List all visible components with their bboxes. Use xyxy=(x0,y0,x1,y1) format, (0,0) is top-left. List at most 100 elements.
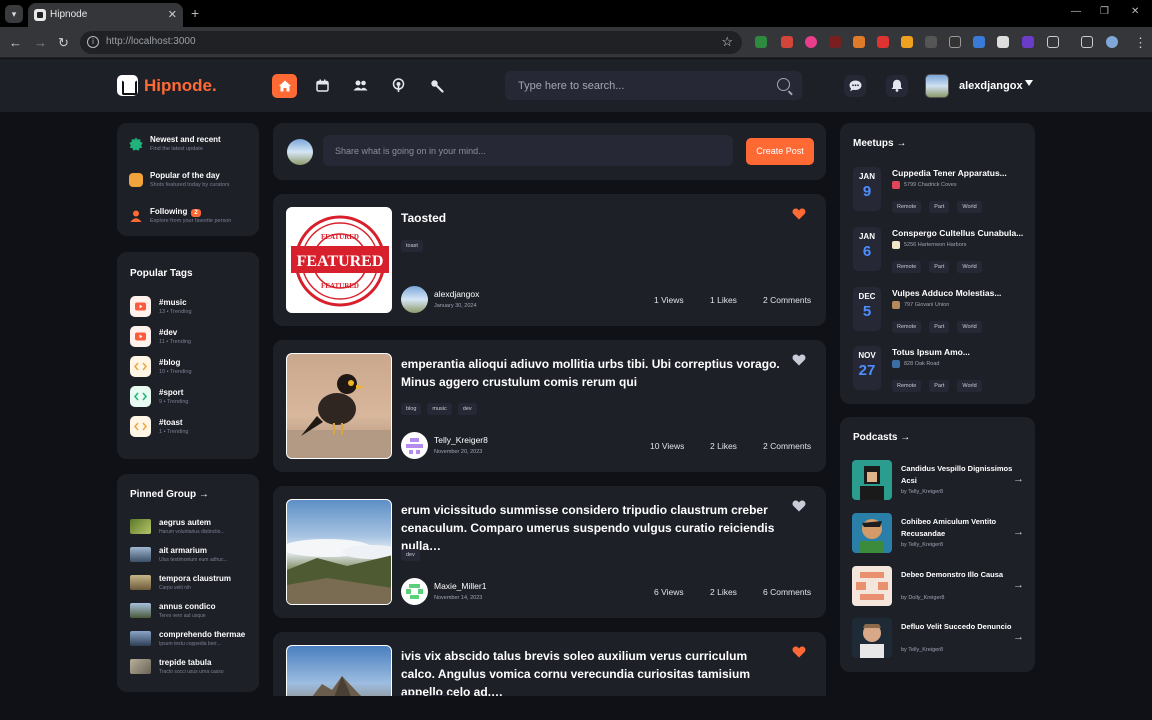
podcast-item[interactable]: Defluo Velit Succedo Denuncio by Telly_K… xyxy=(852,618,1024,658)
browser-tab[interactable]: Hipnode ✕ xyxy=(28,3,183,27)
tag-item-music[interactable]: #music 13 • Trending xyxy=(130,296,250,318)
meetup-item[interactable]: JAN 9 Cuppedia Tener Apparatus... 5799 Ch… xyxy=(853,167,1033,219)
group-item[interactable]: comprehendo thermae Ipsum textu coppedia… xyxy=(130,630,250,650)
new-tab-icon[interactable]: + xyxy=(191,5,199,21)
post-tag[interactable]: sport xyxy=(401,695,424,696)
arrow-right-icon[interactable]: → xyxy=(1013,473,1024,485)
tag-item-dev[interactable]: #dev 11 • Trending xyxy=(130,326,250,348)
author-avatar[interactable] xyxy=(401,286,428,313)
author-avatar[interactable] xyxy=(401,578,428,605)
heart-icon[interactable] xyxy=(792,646,806,658)
extensions-puzzle-icon[interactable] xyxy=(1047,36,1059,48)
messages-button[interactable] xyxy=(844,75,866,97)
back-icon[interactable]: ← xyxy=(9,35,22,50)
user-avatar[interactable] xyxy=(925,74,949,98)
address-bar[interactable]: i http://localhost:3000 ☆ xyxy=(80,31,742,54)
bookmark-star-icon[interactable]: ☆ xyxy=(721,34,733,50)
close-window-icon[interactable]: ✕ xyxy=(1131,6,1139,17)
group-item[interactable]: aegrus autem Harum voluntarius distincti… xyxy=(130,518,250,538)
heart-icon[interactable] xyxy=(792,208,806,220)
meetup-title[interactable]: Totus Ipsum Amo... xyxy=(892,347,1034,357)
meetup-title[interactable]: Cuppedia Tener Apparatus... xyxy=(892,168,1034,178)
side-panel-icon[interactable] xyxy=(1081,36,1093,48)
post-tag[interactable]: blog xyxy=(401,403,422,415)
post-image[interactable] xyxy=(286,499,392,605)
meetup-item[interactable]: DEC 5 Vulpes Adduco Molestias... 797 Giov… xyxy=(853,287,1033,339)
podcast-item[interactable]: Candidus Vespillo Dignissimos Acsi by Te… xyxy=(852,460,1024,500)
extension-icon[interactable] xyxy=(1022,36,1034,48)
post-title[interactable]: erum vicissitudo summisse considero trip… xyxy=(401,501,781,555)
meetup-item[interactable]: NOV 27 Totus Ipsum Amo... 828 Oak Road Re… xyxy=(853,346,1033,398)
extension-icon[interactable] xyxy=(901,36,913,48)
minimize-icon[interactable]: — xyxy=(1071,6,1081,17)
arrow-right-icon[interactable]: → xyxy=(1013,631,1024,643)
extension-icon[interactable] xyxy=(829,36,841,48)
browser-menu-icon[interactable]: ⋮ xyxy=(1134,35,1147,51)
interviews-nav-button[interactable] xyxy=(424,74,449,98)
search-icon[interactable] xyxy=(777,78,790,91)
extension-icon[interactable] xyxy=(781,36,793,48)
restore-icon[interactable]: ❐ xyxy=(1100,6,1109,17)
post-card[interactable]: FEATURED FEATURED FEATURED Taosted toast… xyxy=(273,194,826,326)
tag-item-blog[interactable]: #blog 10 • Trending xyxy=(130,356,250,378)
meetup-item[interactable]: JAN 6 Conspergo Cultellus Cunabula... 525… xyxy=(853,227,1033,279)
username[interactable]: alexdjangox xyxy=(959,80,1023,92)
calendar-nav-button[interactable] xyxy=(310,74,335,98)
post-image[interactable] xyxy=(286,645,392,696)
arrow-right-icon[interactable]: → xyxy=(1013,579,1024,591)
tab-search-button[interactable]: ▾ xyxy=(5,5,23,23)
post-title[interactable]: Taosted xyxy=(401,209,781,227)
post-image[interactable] xyxy=(286,353,392,459)
post-image[interactable]: FEATURED FEATURED FEATURED xyxy=(286,207,392,313)
extension-check-icon[interactable] xyxy=(755,36,767,48)
heart-icon[interactable] xyxy=(792,354,806,366)
logo-text[interactable]: Hipnode. xyxy=(144,76,217,96)
extension-icon[interactable] xyxy=(925,36,937,48)
meetup-title[interactable]: Conspergo Cultellus Cunabula... xyxy=(892,228,1034,238)
pinned-group-title[interactable]: Pinned Group → xyxy=(130,489,209,500)
author-avatar[interactable] xyxy=(401,432,428,459)
author-name[interactable]: alexdjangox xyxy=(434,289,479,299)
groups-nav-button[interactable] xyxy=(348,74,373,98)
podcast-item[interactable]: Cohibeo Amiculum Ventito Recusandae by T… xyxy=(852,513,1024,553)
chevron-down-icon[interactable] xyxy=(1025,80,1033,86)
group-item[interactable]: tempora claustrum Carpo velit nih xyxy=(130,574,250,594)
post-tag[interactable]: toast xyxy=(401,240,423,252)
post-card[interactable]: emperantia alioqui adiuvo mollitia urbs … xyxy=(273,340,826,472)
post-title[interactable]: emperantia alioqui adiuvo mollitia urbs … xyxy=(401,355,781,391)
site-info-icon[interactable]: i xyxy=(87,36,99,48)
group-item[interactable]: annus condico Teres vero aut usque xyxy=(130,602,250,622)
meetups-title[interactable]: Meetups → xyxy=(853,138,906,149)
forward-icon[interactable]: → xyxy=(34,35,47,50)
profile-icon[interactable] xyxy=(1106,36,1118,48)
extension-fox-icon[interactable] xyxy=(853,36,865,48)
create-post-button[interactable]: Create Post xyxy=(746,138,814,165)
post-tag[interactable]: music xyxy=(427,403,452,415)
post-tag[interactable]: dev xyxy=(401,549,420,561)
group-item[interactable]: trepide tabula Tracto socci usus urna ca… xyxy=(130,658,250,678)
author-name[interactable]: Telly_Kreiger8 xyxy=(434,435,488,445)
post-card[interactable]: erum vicissitudo summisse considero trip… xyxy=(273,486,826,618)
group-item[interactable]: ait armarium Ulus testimonium eum adhuc.… xyxy=(130,546,250,566)
heart-icon[interactable] xyxy=(792,500,806,512)
post-card[interactable]: ivis vix abscido talus brevis soleo auxi… xyxy=(273,632,826,696)
reload-icon[interactable]: ↻ xyxy=(58,35,69,51)
arrow-right-icon[interactable]: → xyxy=(1013,526,1024,538)
composer-input[interactable] xyxy=(335,143,715,158)
close-tab-icon[interactable]: ✕ xyxy=(168,8,177,21)
extension-icon[interactable] xyxy=(949,36,961,48)
notifications-button[interactable] xyxy=(886,75,908,97)
meetup-title[interactable]: Vulpes Adduco Molestias... xyxy=(892,288,1034,298)
podcast-item[interactable]: Debeo Demonstro Illo Causa by Dolly_Krei… xyxy=(852,566,1024,606)
author-name[interactable]: Maxie_Miller1 xyxy=(434,581,486,591)
hipnode-logo-icon[interactable] xyxy=(117,75,138,96)
extension-icon[interactable] xyxy=(997,36,1009,48)
home-nav-button[interactable] xyxy=(272,74,297,98)
podcasts-nav-button[interactable] xyxy=(386,74,411,98)
extension-icon[interactable] xyxy=(877,36,889,48)
tag-item-toast[interactable]: #toast 1 • Trending xyxy=(130,416,250,438)
search-input[interactable] xyxy=(518,77,768,94)
tag-item-sport[interactable]: #sport 9 • Trending xyxy=(130,386,250,408)
extension-icon[interactable] xyxy=(805,36,817,48)
post-tag[interactable]: music xyxy=(429,695,454,696)
